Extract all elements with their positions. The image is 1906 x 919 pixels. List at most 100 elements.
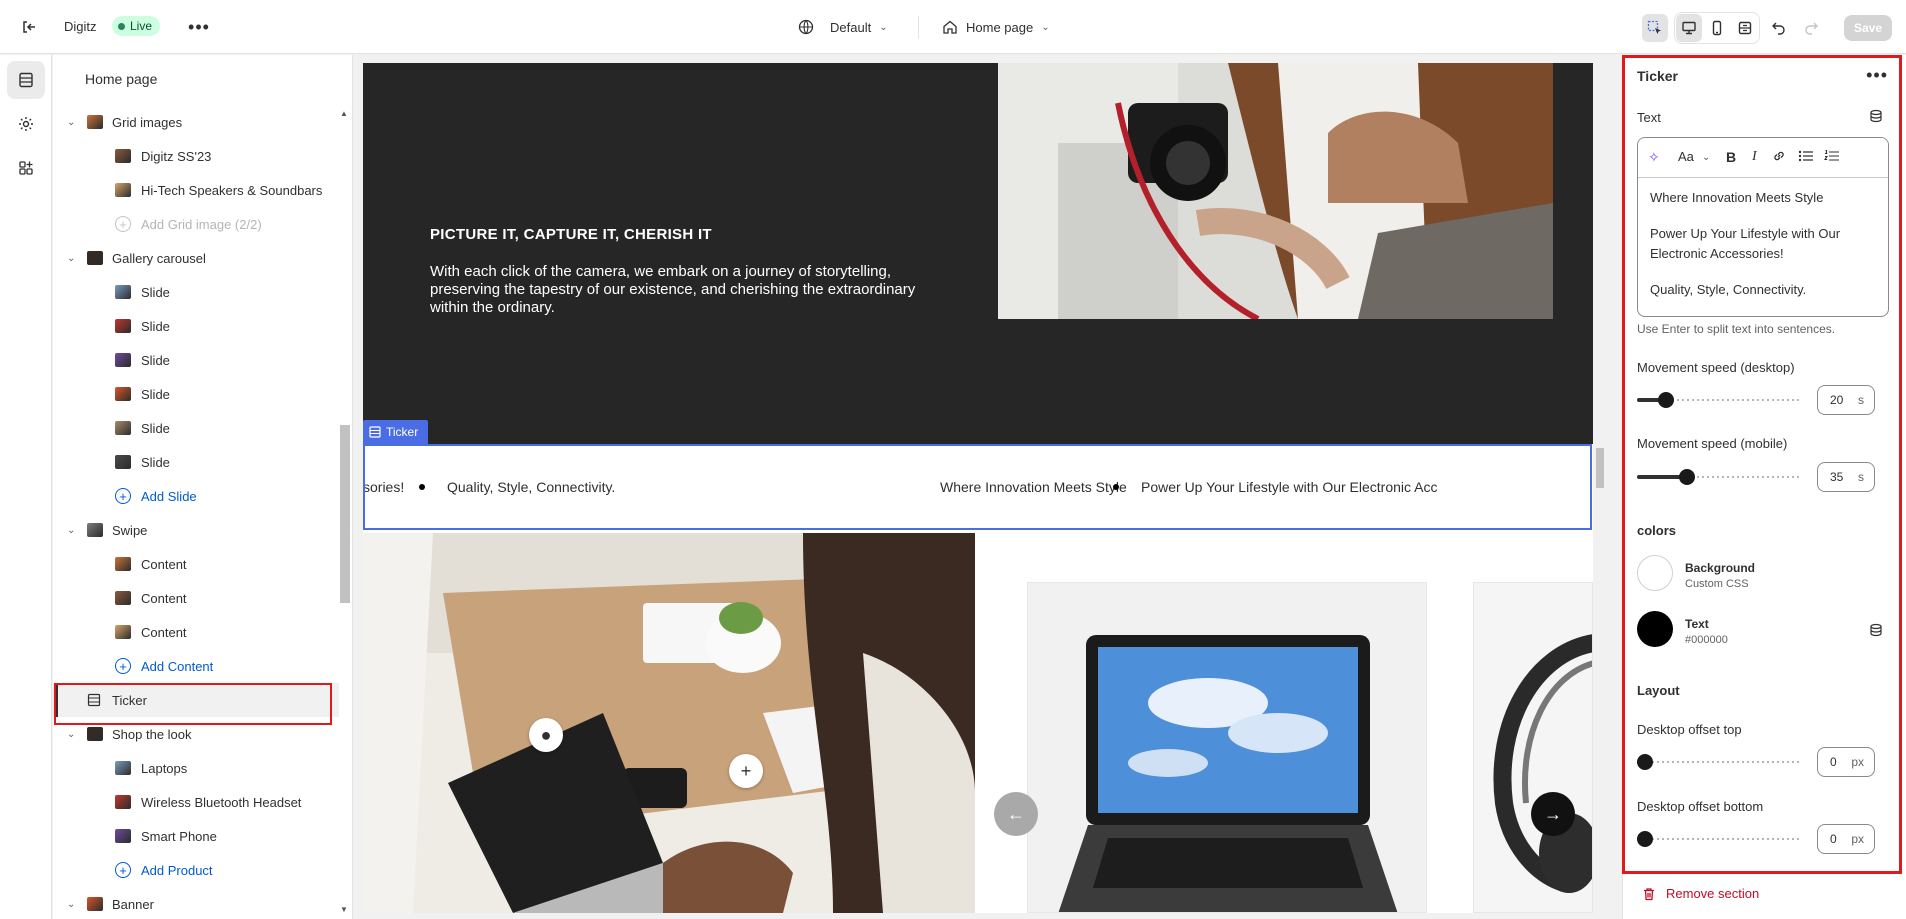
block-item-digitz-ss-23[interactable]: Digitz SS'23 [53, 139, 339, 173]
hotspot-button[interactable]: ● [529, 718, 563, 752]
section-tree-panel: Home page ⌄ Grid images Digitz SS'23 Hi-Tec… [53, 55, 353, 919]
carousel-prev-button[interactable]: ← [994, 792, 1038, 836]
thumbnail-icon [115, 625, 131, 639]
ticker-icon [369, 426, 381, 438]
block-item-content[interactable]: Content [53, 615, 339, 649]
tree-item-label: Digitz SS'23 [141, 148, 212, 164]
image-with-text-section[interactable]: PICTURE IT, CAPTURE IT, CHERISH IT With … [363, 63, 1593, 444]
carousel-next-button[interactable]: → [1531, 792, 1575, 836]
scrollbar-thumb[interactable] [1596, 448, 1604, 488]
tree-item-label: Slide [141, 386, 170, 402]
undo-icon[interactable] [1766, 14, 1792, 42]
ticker-section[interactable]: sories! Quality, Style, Connectivity. Wh… [363, 444, 1592, 530]
ticker-separator [419, 484, 425, 490]
add-hotspot-button[interactable]: + [729, 754, 763, 788]
fullscreen-icon[interactable] [1732, 14, 1758, 42]
thumbnail-icon [87, 115, 103, 129]
tree-item-label: Wireless Bluetooth Headset [141, 794, 302, 810]
plus-circle-icon: + [115, 862, 131, 878]
section-item-swipe[interactable]: ⌄ Swipe [53, 513, 339, 547]
block-item-hi-tech-speakers-soundbars[interactable]: Hi-Tech Speakers & Soundbars [53, 173, 339, 207]
thumbnail-icon [115, 455, 131, 469]
tree-item-label: Grid images [112, 114, 183, 130]
thumbnail-icon [115, 557, 131, 571]
gear-icon[interactable] [7, 105, 45, 143]
more-actions-button[interactable]: ••• [188, 16, 210, 38]
thumbnail-icon [87, 727, 103, 741]
block-item-laptops[interactable]: Laptops [53, 751, 339, 785]
tree-item-label: Laptops [141, 760, 188, 776]
chevron-down-icon[interactable]: ⌄ [67, 117, 79, 128]
add-block-button-add-grid-image-2-2[interactable]: + Add Grid image (2/2) [53, 207, 339, 241]
thumbnail-icon [115, 829, 131, 843]
thumbnail-icon [115, 591, 131, 605]
scroll-down-icon[interactable]: ▼ [340, 905, 348, 914]
product-card-laptop[interactable] [1027, 582, 1427, 913]
chevron-down-icon: ⌄ [1041, 21, 1050, 33]
tree-item-label: Content [141, 556, 187, 572]
product-card-headset[interactable] [1473, 582, 1593, 913]
chevron-down-icon[interactable]: ⌄ [67, 253, 79, 264]
add-block-button-add-product[interactable]: + Add Product [53, 853, 339, 887]
viewport-switcher [1673, 12, 1760, 44]
tree-item-label: Add Content [141, 658, 214, 674]
add-block-button-add-slide[interactable]: + Add Slide [53, 479, 339, 513]
thumbnail-icon [115, 285, 131, 299]
block-item-slide[interactable]: Slide [53, 309, 339, 343]
save-button[interactable]: Save [1843, 15, 1892, 41]
apps-icon[interactable] [7, 149, 45, 187]
ticker-section-tag[interactable]: Ticker [363, 420, 429, 444]
thumbnail-icon [115, 761, 131, 775]
scrollbar-thumb[interactable] [340, 425, 350, 603]
block-item-slide[interactable]: Slide [53, 445, 339, 479]
globe-icon [798, 19, 814, 35]
block-item-slide[interactable]: Slide [53, 411, 339, 445]
status-badge: Live [112, 16, 161, 36]
block-item-content[interactable]: Content [53, 547, 339, 581]
scroll-up-icon[interactable]: ▲ [340, 109, 348, 118]
hero-title: PICTURE IT, CAPTURE IT, CHERISH IT [430, 226, 712, 243]
block-item-content[interactable]: Content [53, 581, 339, 615]
block-item-wireless-bluetooth-headset[interactable]: Wireless Bluetooth Headset [53, 785, 339, 819]
tree-item-label: Slide [141, 420, 170, 436]
page-title: Home page [85, 71, 158, 87]
tree-item-label: Slide [141, 318, 170, 334]
block-item-slide[interactable]: Slide [53, 343, 339, 377]
sidebar-scrollbar[interactable]: ▲ ▼ [337, 105, 351, 919]
exit-icon[interactable] [16, 14, 42, 40]
chevron-down-icon[interactable]: ⌄ [67, 899, 79, 910]
trash-icon [1644, 887, 1654, 900]
tree-item-label: Add Slide [141, 488, 197, 504]
tree-item-label: Smart Phone [141, 828, 217, 844]
block-item-slide[interactable]: Slide [53, 377, 339, 411]
block-item-slide[interactable]: Slide [53, 275, 339, 309]
preview-scrollbar[interactable] [1594, 63, 1606, 913]
ticker-text: sories! [363, 479, 405, 495]
thumbnail-icon [115, 183, 131, 197]
tree-item-label: Add Product [141, 862, 213, 878]
chevron-down-icon[interactable]: ⌄ [67, 525, 79, 536]
top-bar: Digitz Live ••• Default ⌄ Home page ⌄ Sa… [0, 0, 1906, 54]
chevron-down-icon[interactable]: ⌄ [67, 729, 79, 740]
thumbnail-icon [115, 421, 131, 435]
sections-icon[interactable] [7, 61, 45, 99]
section-item-grid-images[interactable]: ⌄ Grid images [53, 105, 339, 139]
thumbnail-icon [115, 353, 131, 367]
redo-icon[interactable] [1798, 14, 1824, 42]
mobile-icon[interactable] [1704, 14, 1730, 42]
thumbnail-icon [87, 251, 103, 265]
inspector-icon[interactable] [1641, 14, 1668, 42]
settings-panel-highlight [1622, 55, 1902, 874]
page-selector[interactable]: Home page ⌄ [942, 16, 1050, 38]
camera-photo [998, 63, 1553, 319]
block-item-smart-phone[interactable]: Smart Phone [53, 819, 339, 853]
theme-selector[interactable]: Default ⌄ [798, 16, 888, 38]
desktop-icon[interactable] [1675, 14, 1702, 42]
shop-the-look-photo: ● + [363, 533, 975, 913]
add-block-button-add-content[interactable]: + Add Content [53, 649, 339, 683]
remove-section-button[interactable]: Remove section [1642, 886, 1759, 901]
thumbnail-icon [115, 387, 131, 401]
tree-item-label: Swipe [112, 522, 148, 538]
section-item-gallery-carousel[interactable]: ⌄ Gallery carousel [53, 241, 339, 275]
section-item-banner[interactable]: ⌄ Banner [53, 887, 339, 919]
